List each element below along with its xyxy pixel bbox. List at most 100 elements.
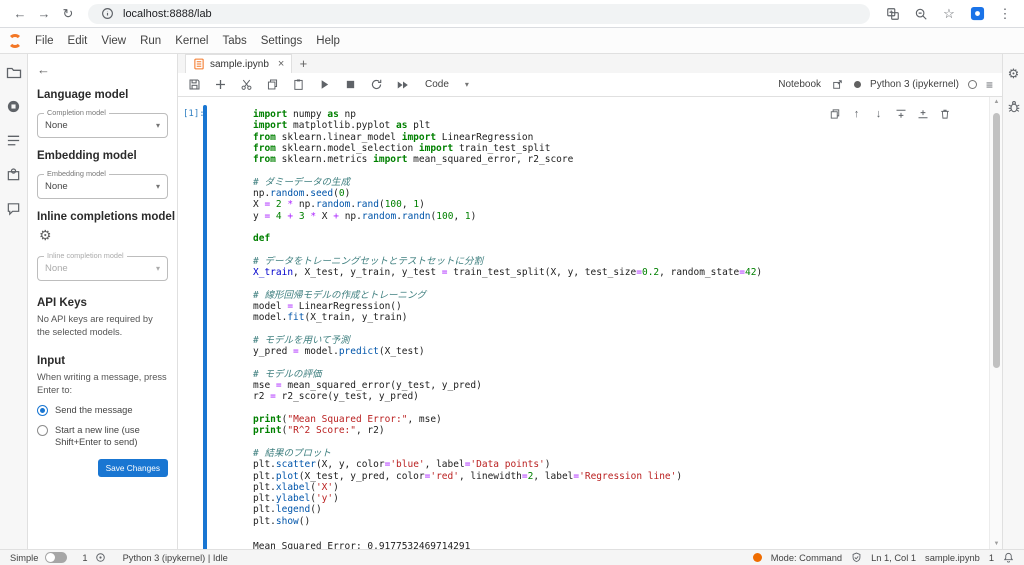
- file-browser-icon[interactable]: [5, 64, 22, 81]
- code-line[interactable]: model = LinearRegression(): [253, 301, 968, 312]
- restart-run-all-icon[interactable]: [395, 77, 410, 92]
- code-line[interactable]: # 線形回帰モデルの作成とトレーニング: [253, 290, 968, 301]
- code-line[interactable]: [253, 403, 968, 414]
- restart-kernel-icon[interactable]: [369, 77, 384, 92]
- code-line[interactable]: X = 2 * np.random.rand(100, 1): [253, 199, 968, 210]
- save-icon[interactable]: [187, 77, 202, 92]
- sessions-icon[interactable]: [95, 552, 106, 563]
- notebook-scrollbar[interactable]: ▲ ▼: [989, 97, 1002, 549]
- browser-back-icon[interactable]: ←: [10, 4, 30, 24]
- zoom-icon[interactable]: [912, 5, 930, 23]
- delete-cell-icon[interactable]: [938, 107, 951, 120]
- running-kernels-icon[interactable]: [5, 98, 22, 115]
- kernel-indicator-icon[interactable]: [854, 81, 861, 88]
- menu-kernel[interactable]: Kernel: [168, 28, 215, 54]
- run-cell-icon[interactable]: [317, 77, 332, 92]
- sessions-count[interactable]: 1: [82, 553, 87, 563]
- paste-cells-icon[interactable]: [291, 77, 306, 92]
- extension-icon[interactable]: [968, 5, 986, 23]
- code-line[interactable]: # モデルを用いて予測: [253, 335, 968, 346]
- code-line[interactable]: model.fit(X_train, y_train): [253, 312, 968, 323]
- code-line[interactable]: # データをトレーニングセットとテストセットに分割: [253, 256, 968, 267]
- menu-view[interactable]: View: [94, 28, 133, 54]
- code-line[interactable]: plt.ylabel('y'): [253, 493, 968, 504]
- menu-run[interactable]: Run: [133, 28, 168, 54]
- trust-shield-icon[interactable]: [851, 552, 862, 563]
- code-line[interactable]: [253, 278, 968, 289]
- code-line[interactable]: plt.legend(): [253, 504, 968, 515]
- kernel-name[interactable]: Python 3 (ipykernel): [870, 79, 959, 90]
- table-of-contents-icon[interactable]: [5, 132, 22, 149]
- code-line[interactable]: r2 = r2_score(y_test, y_pred): [253, 391, 968, 402]
- code-line[interactable]: mse = mean_squared_error(y_test, y_pred): [253, 380, 968, 391]
- tab-sample-ipynb[interactable]: sample.ipynb ×: [185, 54, 292, 73]
- menu-help[interactable]: Help: [309, 28, 347, 54]
- copy-cells-icon[interactable]: [265, 77, 280, 92]
- browser-menu-icon[interactable]: ⋮: [996, 5, 1014, 23]
- menu-settings[interactable]: Settings: [254, 28, 310, 54]
- cut-cells-icon[interactable]: [239, 77, 254, 92]
- code-line[interactable]: plt.show(): [253, 516, 968, 527]
- stop-kernel-icon[interactable]: [343, 77, 358, 92]
- move-cell-up-icon[interactable]: ↑: [850, 107, 863, 120]
- inline-settings-gear-icon[interactable]: ⚙: [39, 227, 168, 244]
- code-line[interactable]: def: [253, 233, 968, 244]
- notebook-tools-label[interactable]: Notebook: [778, 79, 821, 90]
- code-line[interactable]: [253, 222, 968, 233]
- insert-cell-below-icon[interactable]: [916, 107, 929, 120]
- notifications-count[interactable]: 1: [989, 553, 994, 563]
- scroll-up-icon[interactable]: ▲: [990, 99, 1002, 105]
- scrollbar-thumb[interactable]: [993, 113, 1000, 368]
- embedding-model-select[interactable]: Embedding model None ▾: [37, 174, 168, 199]
- address-bar[interactable]: localhost:8888/lab: [88, 4, 870, 24]
- notebook-panel[interactable]: [1]: import numpy as npimport matplotlib…: [178, 97, 1002, 549]
- tab-close-icon[interactable]: ×: [278, 58, 284, 70]
- code-cell[interactable]: [1]: import numpy as npimport matplotlib…: [183, 105, 972, 549]
- code-line[interactable]: X_train, X_test, y_train, y_test = train…: [253, 267, 968, 278]
- insert-cell-above-icon[interactable]: [894, 107, 907, 120]
- browser-reload-icon[interactable]: ↻: [58, 4, 78, 24]
- code-line[interactable]: print("Mean Squared Error:", mse): [253, 414, 968, 425]
- code-line[interactable]: np.random.seed(0): [253, 188, 968, 199]
- toolbar-menu-icon[interactable]: ≡: [986, 78, 993, 92]
- menu-file[interactable]: File: [28, 28, 61, 54]
- new-tab-button[interactable]: +: [292, 54, 314, 73]
- browser-forward-icon[interactable]: →: [34, 4, 54, 24]
- code-line[interactable]: [253, 245, 968, 256]
- command-mode-text[interactable]: Mode: Command: [771, 553, 842, 563]
- code-line[interactable]: plt.xlabel('X'): [253, 482, 968, 493]
- completion-model-select[interactable]: Completion model None ▾: [37, 113, 168, 138]
- simple-mode-toggle[interactable]: [45, 552, 67, 563]
- move-cell-down-icon[interactable]: ↓: [872, 107, 885, 120]
- menu-edit[interactable]: Edit: [61, 28, 95, 54]
- notifications-bell-icon[interactable]: [1003, 552, 1014, 563]
- bookmark-star-icon[interactable]: ☆: [940, 5, 958, 23]
- radio-selected-icon[interactable]: [37, 405, 48, 416]
- code-line[interactable]: from sklearn.model_selection import trai…: [253, 143, 968, 154]
- inline-completion-select[interactable]: Inline completion model None ▾: [37, 256, 168, 281]
- radio-new-line[interactable]: Start a new line (use Shift+Enter to sen…: [37, 424, 168, 449]
- code-line[interactable]: # ダミーデータの生成: [253, 177, 968, 188]
- code-editor[interactable]: import numpy as npimport matplotlib.pypl…: [207, 105, 972, 531]
- chat-icon[interactable]: [5, 200, 22, 217]
- code-line[interactable]: # モデルの評価: [253, 369, 968, 380]
- cursor-position[interactable]: Ln 1, Col 1: [871, 553, 916, 563]
- site-info-icon[interactable]: [98, 5, 116, 23]
- radio-send-message[interactable]: Send the message: [37, 404, 168, 417]
- insert-cell-icon[interactable]: [213, 77, 228, 92]
- property-inspector-gear-icon[interactable]: ⚙: [1008, 66, 1020, 82]
- code-line[interactable]: print("R^2 Score:", r2): [253, 425, 968, 436]
- code-line[interactable]: [253, 324, 968, 335]
- extension-manager-icon[interactable]: [5, 166, 22, 183]
- external-link-icon[interactable]: [830, 77, 845, 92]
- code-line[interactable]: import matplotlib.pyplot as plt: [253, 120, 968, 131]
- code-line[interactable]: [253, 437, 968, 448]
- code-line[interactable]: from sklearn.metrics import mean_squared…: [253, 154, 968, 165]
- code-line[interactable]: [253, 358, 968, 369]
- code-line[interactable]: plt.plot(X_test, y_pred, color='red', li…: [253, 471, 968, 482]
- debugger-bug-icon[interactable]: [1007, 100, 1021, 114]
- cell-type-dropdown[interactable]: Code ▾: [425, 79, 469, 90]
- menu-tabs[interactable]: Tabs: [215, 28, 253, 54]
- code-line[interactable]: [253, 165, 968, 176]
- radio-unselected-icon[interactable]: [37, 425, 48, 436]
